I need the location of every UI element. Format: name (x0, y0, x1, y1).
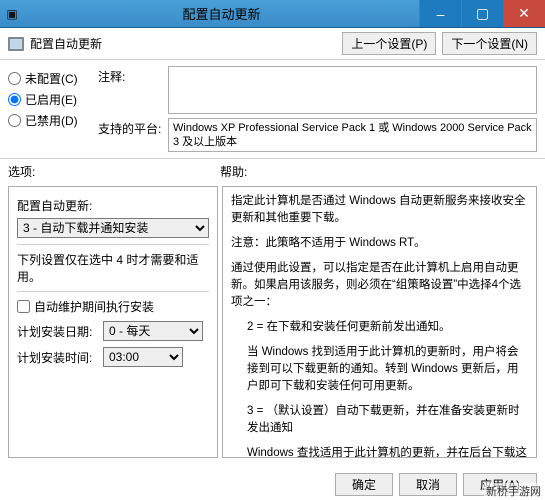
help-panel[interactable]: 指定此计算机是否通过 Windows 自动更新服务来接收安全更新和其他重要下载。… (222, 186, 537, 458)
options-panel: 配置自动更新: 3 - 自动下载并通知安装 下列设置仅在选中 4 时才需要和适用… (8, 186, 218, 458)
radio-enabled[interactable]: 已启用(E) (8, 91, 98, 108)
apply-button[interactable]: 应用(A) (463, 473, 537, 496)
configure-update-select[interactable]: 3 - 自动下载并通知安装 (17, 218, 209, 238)
install-day-label: 计划安装日期: (17, 323, 103, 340)
main-area: 配置自动更新: 3 - 自动下载并通知安装 下列设置仅在选中 4 时才需要和适用… (0, 182, 545, 462)
help-p2: 注意：此策略不适用于 Windows RT。 (231, 235, 528, 252)
header-row: 未配置(C) 已启用(E) 已禁用(D) 注释: 支持的平台: Windows … (0, 60, 545, 159)
window-title: 配置自动更新 (24, 4, 419, 23)
help-label: 帮助: (220, 163, 247, 180)
next-setting-button[interactable]: 下一个设置(N) (442, 32, 537, 55)
ok-button[interactable]: 确定 (335, 473, 393, 496)
radio-not-configured[interactable]: 未配置(C) (8, 70, 98, 87)
toolbar-label: 配置自动更新 (30, 35, 336, 52)
help-p6: 3 = （默认设置）自动下载更新，并在准备安装更新时发出通知 (247, 403, 528, 437)
help-p1: 指定此计算机是否通过 Windows 自动更新服务来接收安全更新和其他重要下载。 (231, 193, 528, 227)
configure-update-label: 配置自动更新: (17, 197, 209, 214)
notes-label: 注释: (98, 66, 168, 85)
state-radio-group: 未配置(C) 已启用(E) 已禁用(D) (8, 66, 98, 133)
install-day-select[interactable]: 0 - 每天 (103, 321, 203, 341)
help-p3: 通过使用此设置，可以指定是否在此计算机上启用自动更新。如果启用该服务，则必须在“… (231, 260, 528, 311)
window-controls: – ▢ ✕ (419, 0, 545, 27)
maximize-button[interactable]: ▢ (461, 0, 503, 27)
previous-setting-button[interactable]: 上一个设置(P) (342, 32, 436, 55)
platform-label: 支持的平台: (98, 118, 168, 137)
policy-icon (8, 37, 24, 51)
dialog-buttons: 确定 取消 应用(A) (329, 473, 537, 496)
help-p4: 2 = 在下载和安装任何更新前发出通知。 (247, 319, 528, 336)
notes-textarea[interactable] (168, 66, 537, 114)
radio-disabled[interactable]: 已禁用(D) (8, 112, 98, 129)
install-time-label: 计划安装时间: (17, 349, 103, 366)
window-titlebar: ▣ 配置自动更新 – ▢ ✕ (0, 0, 545, 28)
minimize-button[interactable]: – (419, 0, 461, 27)
help-p7: Windows 查找适用于此计算机的更新，并在后台下载这些更新（在此过程中，用户… (247, 445, 528, 458)
system-icon: ▣ (0, 7, 24, 21)
notes-platform-wrap: 注释: 支持的平台: Windows XP Professional Servi… (98, 66, 537, 156)
auto-maintenance-checkbox[interactable]: 自动维护期间执行安装 (17, 298, 209, 315)
options-note: 下列设置仅在选中 4 时才需要和适用。 (17, 251, 209, 285)
section-labels: 选项: 帮助: (0, 159, 545, 182)
toolbar: 配置自动更新 上一个设置(P) 下一个设置(N) (0, 28, 545, 60)
install-time-select[interactable]: 03:00 (103, 347, 183, 367)
close-button[interactable]: ✕ (503, 0, 545, 27)
options-label: 选项: (8, 163, 220, 180)
cancel-button[interactable]: 取消 (399, 473, 457, 496)
help-p5: 当 Windows 找到适用于此计算机的更新时，用户将会接到可以下载更新的通知。… (247, 344, 528, 395)
platform-box: Windows XP Professional Service Pack 1 或… (168, 118, 537, 152)
